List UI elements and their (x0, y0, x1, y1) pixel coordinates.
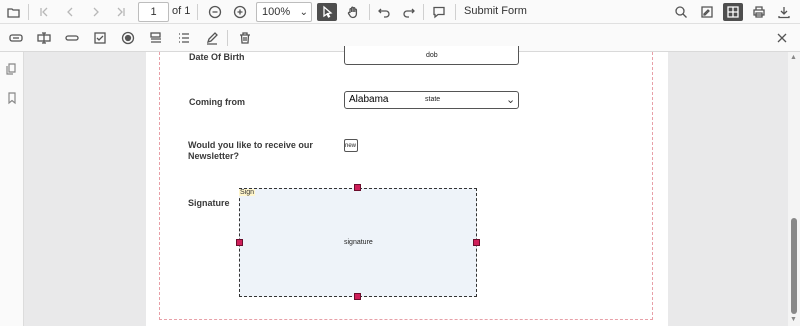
chevron-down-icon: ⌄ (506, 94, 516, 106)
coming-from-label: Coming from (189, 97, 245, 107)
state-field-name: state (425, 96, 441, 103)
newsletter-label-line1: Would you like to receive our (188, 140, 313, 150)
select-tool-icon[interactable] (317, 3, 337, 21)
download-icon[interactable] (774, 3, 794, 21)
bookmark-icon[interactable] (5, 91, 19, 105)
main-toolbar: 1 of 1 100% ⌄ Submit Form (0, 0, 800, 24)
radio-button-field-icon[interactable] (119, 30, 137, 46)
print-icon[interactable] (749, 3, 769, 21)
open-file-icon[interactable] (4, 3, 24, 21)
page-thumbnails-icon[interactable] (5, 62, 19, 76)
delete-icon[interactable] (236, 30, 254, 46)
last-page-icon[interactable] (111, 3, 131, 21)
zoom-out-icon[interactable] (205, 3, 225, 21)
password-field-icon[interactable] (35, 30, 53, 46)
close-icon[interactable] (773, 30, 791, 46)
separator (369, 4, 370, 20)
checkbox-field-icon[interactable] (91, 30, 109, 46)
scroll-up-icon[interactable]: ▲ (790, 54, 797, 61)
zoom-in-icon[interactable] (230, 3, 250, 21)
chevron-down-icon: ⌄ (299, 7, 308, 18)
scrollbar-thumb[interactable] (791, 218, 797, 314)
pan-tool-icon[interactable] (343, 3, 363, 21)
scroll-down-icon[interactable]: ▼ (790, 316, 797, 323)
undo-icon[interactable] (374, 3, 394, 21)
zoom-value: 100% (262, 6, 291, 18)
signature-field-icon[interactable] (203, 30, 221, 46)
resize-handle-right[interactable] (473, 239, 480, 246)
separator (28, 4, 29, 20)
textbox-field-icon[interactable] (7, 30, 25, 46)
search-icon[interactable] (671, 3, 691, 21)
separator (227, 30, 228, 46)
newsletter-label-line2: Newsletter? (188, 151, 240, 161)
page-number-input[interactable]: 1 (138, 2, 169, 22)
number-field-icon[interactable] (63, 30, 81, 46)
redo-icon[interactable] (399, 3, 419, 21)
separator (423, 4, 424, 20)
previous-page-icon[interactable] (60, 3, 80, 21)
separator (455, 4, 456, 20)
dob-label: Date Of Birth (189, 52, 245, 62)
dropdown-field-icon[interactable] (147, 30, 165, 46)
next-page-icon[interactable] (86, 3, 106, 21)
comment-icon[interactable] (429, 3, 449, 21)
signature-label: Signature (188, 198, 230, 208)
newsletter-field-name: new (345, 143, 357, 149)
first-page-icon[interactable] (34, 3, 54, 21)
separator (197, 4, 198, 20)
form-designer-icon[interactable] (723, 3, 743, 21)
annotation-edit-icon[interactable] (697, 3, 717, 21)
resize-handle-left[interactable] (236, 239, 243, 246)
zoom-dropdown[interactable]: 100% ⌄ (256, 2, 312, 22)
resize-handle-top[interactable] (354, 184, 361, 191)
side-panel (0, 52, 24, 326)
listbox-field-icon[interactable] (175, 30, 193, 46)
submit-form-button[interactable]: Submit Form (464, 5, 527, 17)
dob-field-name: dob (426, 52, 438, 59)
sign-tag: Sign (239, 189, 256, 196)
state-selected-value: Alabama (349, 94, 389, 105)
signature-field-name: signature (344, 239, 373, 246)
resize-handle-bottom[interactable] (354, 293, 361, 300)
page-count: of 1 (172, 5, 191, 17)
